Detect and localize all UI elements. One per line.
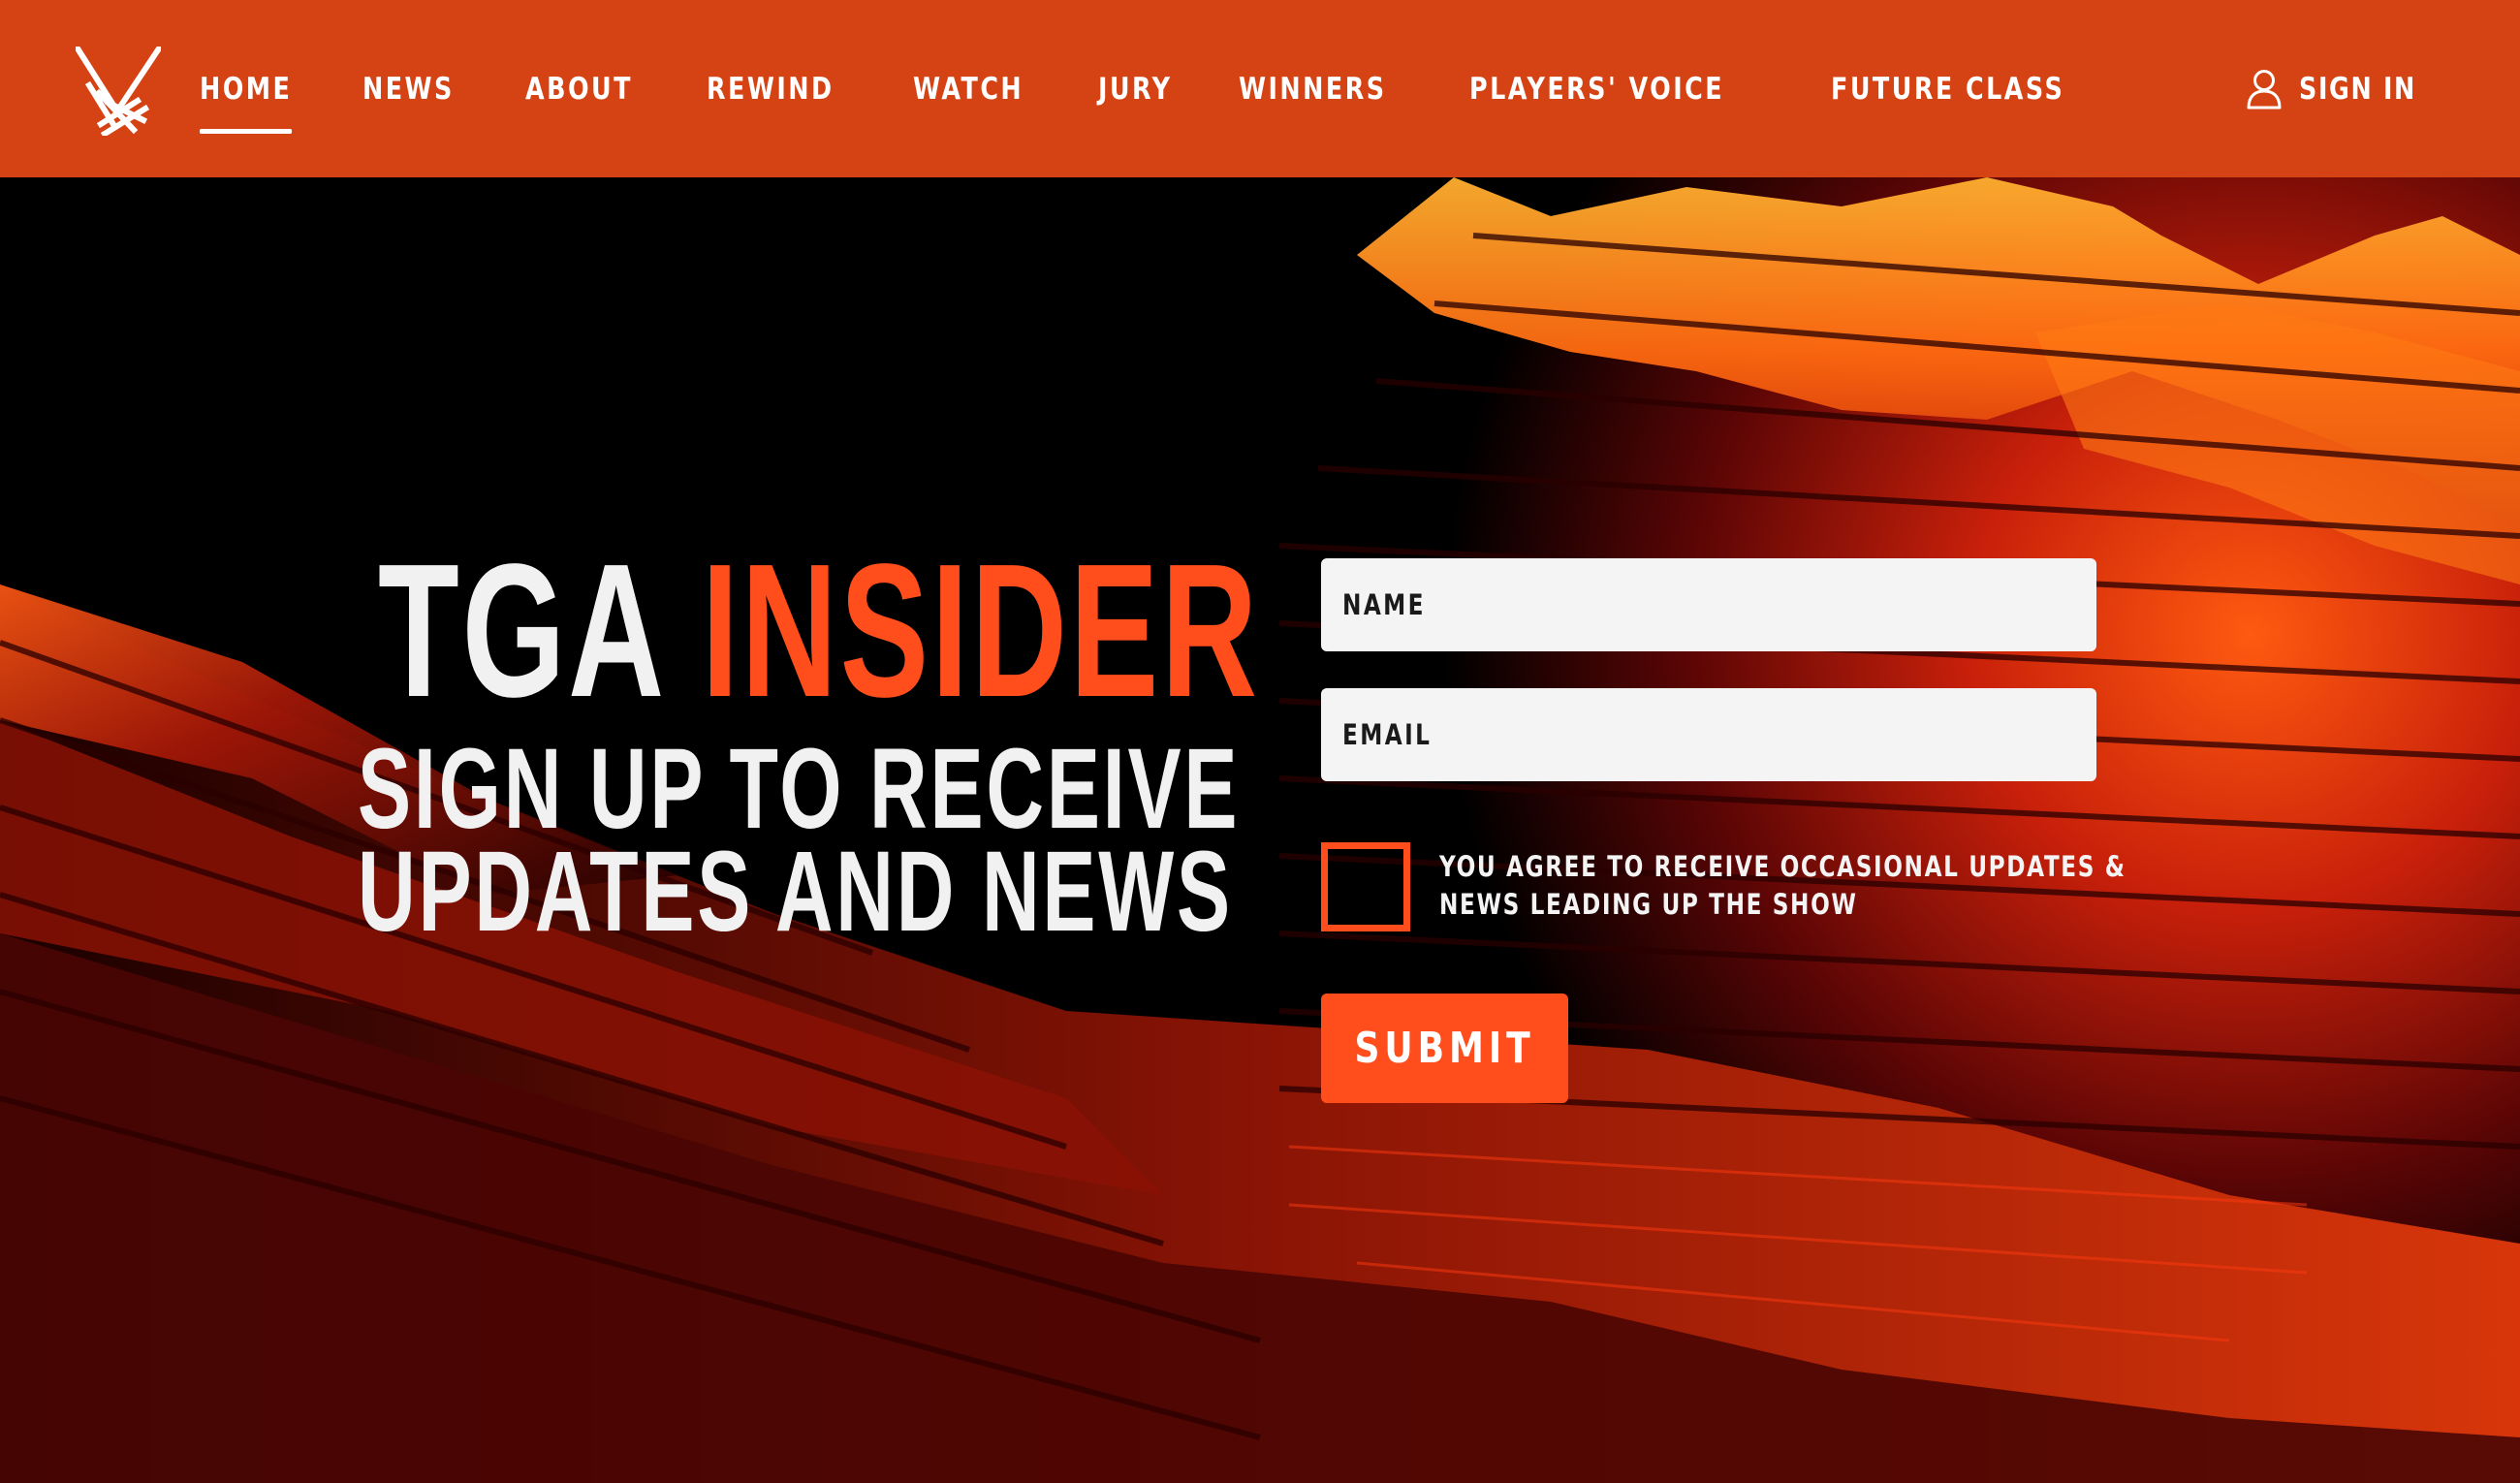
email-input[interactable]: EMAIL: [1321, 688, 2096, 781]
submit-button[interactable]: SUBMIT: [1321, 994, 1568, 1103]
hero-section: TGA INSIDER SIGN UP TO RECEIVE UPDATES A…: [0, 177, 2520, 1483]
subtitle-line-2: UPDATES AND NEWS: [358, 828, 1233, 956]
nav-about[interactable]: ABOUT: [525, 72, 633, 107]
submit-label: SUBMIT: [1354, 1024, 1535, 1073]
consent-checkbox[interactable]: [1321, 842, 1410, 931]
consent-line-2: NEWS LEADING UP THE SHOW: [1439, 888, 1858, 921]
name-placeholder: NAME: [1342, 588, 1426, 621]
nav-watch[interactable]: WATCH: [913, 72, 1024, 107]
page-subtitle: SIGN UP TO RECEIVE UPDATES AND NEWS: [0, 725, 1241, 956]
consent-label: YOU AGREE TO RECEIVE OCCASIONAL UPDATES …: [1439, 848, 2137, 924]
main-nav: HOME NEWS ABOUT REWIND WATCH JURY WINNER…: [200, 0, 2166, 177]
title-tga: TGA: [377, 524, 662, 737]
nav-players-voice[interactable]: PLAYERS' VOICE: [1469, 72, 1724, 107]
nav-winners[interactable]: WINNERS: [1239, 72, 1387, 107]
sign-in-button[interactable]: SIGN IN: [2247, 0, 2442, 177]
nav-future-class[interactable]: FUTURE CLASS: [1831, 72, 2064, 107]
nav-jury[interactable]: JURY: [1098, 72, 1173, 107]
consent-line-1: YOU AGREE TO RECEIVE OCCASIONAL UPDATES …: [1439, 850, 2126, 883]
subtitle-line-1: SIGN UP TO RECEIVE: [358, 725, 1241, 853]
email-placeholder: EMAIL: [1342, 718, 1433, 751]
nav-rewind[interactable]: REWIND: [707, 72, 835, 107]
page-title: TGA INSIDER: [0, 536, 1257, 726]
name-input[interactable]: NAME: [1321, 558, 2096, 651]
top-navigation-bar: HOME NEWS ABOUT REWIND WATCH JURY WINNER…: [0, 0, 2520, 177]
nav-news[interactable]: NEWS: [362, 72, 455, 107]
nav-home[interactable]: HOME: [200, 72, 293, 134]
sign-in-label: SIGN IN: [2299, 71, 2417, 107]
title-insider: INSIDER: [701, 524, 1260, 737]
tga-logo-icon[interactable]: [76, 47, 161, 136]
user-icon: [2247, 69, 2282, 109]
